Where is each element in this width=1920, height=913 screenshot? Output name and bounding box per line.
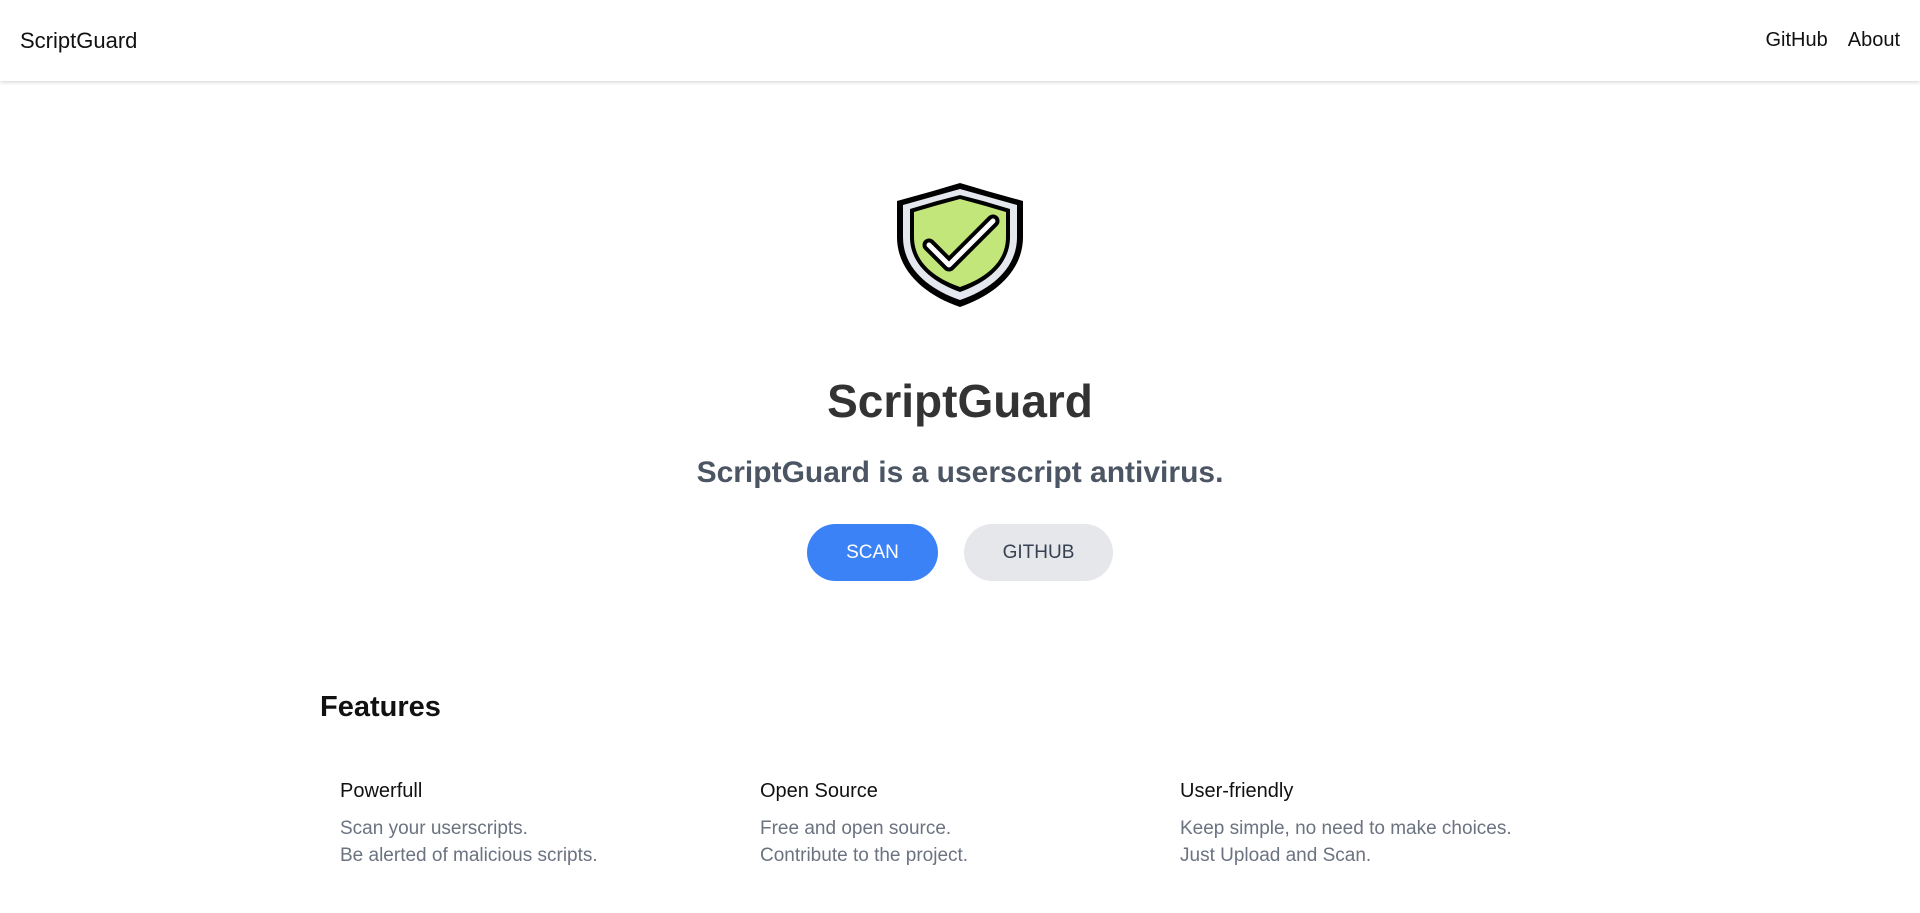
feature-title: Open Source	[760, 780, 878, 802]
page-title: ScriptGuard	[827, 375, 1093, 427]
feature-description-line: Keep simple, no need to make choices.	[1180, 818, 1512, 839]
feature-description-line: Scan your userscripts.	[340, 818, 528, 839]
feature-description-line: Just Upload and Scan.	[1180, 845, 1372, 866]
hero-actions: SCAN GITHUB	[0, 524, 1920, 581]
navbar: ScriptGuard GitHub About	[0, 0, 1920, 81]
feature-description-line: Be alerted of malicious scripts.	[340, 845, 598, 866]
feature-card: Powerfull Scan your userscripts. Be aler…	[340, 780, 760, 869]
feature-title: User-friendly	[1180, 780, 1294, 802]
brand-link[interactable]: ScriptGuard	[20, 28, 137, 54]
feature-description-line: Free and open source.	[760, 818, 952, 839]
features-heading: Features	[320, 691, 441, 723]
page-subtitle: ScriptGuard is a userscript antivirus.	[696, 456, 1224, 489]
feature-grid: Powerfull Scan your userscripts. Be aler…	[320, 780, 1600, 869]
github-button[interactable]: GITHUB	[964, 524, 1113, 581]
features-section: Features Powerfull Scan your userscripts…	[320, 691, 1600, 869]
feature-card: User-friendly Keep simple, no need to ma…	[1180, 780, 1600, 869]
scan-button[interactable]: SCAN	[807, 524, 938, 581]
shield-check-icon	[895, 179, 1025, 309]
hero-section: ScriptGuard ScriptGuard is a userscript …	[0, 81, 1920, 581]
feature-description-line: Contribute to the project.	[760, 845, 969, 866]
nav-link-github[interactable]: GitHub	[1765, 29, 1827, 52]
feature-card: Open Source Free and open source. Contri…	[760, 780, 1180, 869]
nav-link-about[interactable]: About	[1848, 29, 1900, 52]
nav-links: GitHub About	[1765, 29, 1900, 52]
feature-title: Powerfull	[340, 780, 423, 802]
